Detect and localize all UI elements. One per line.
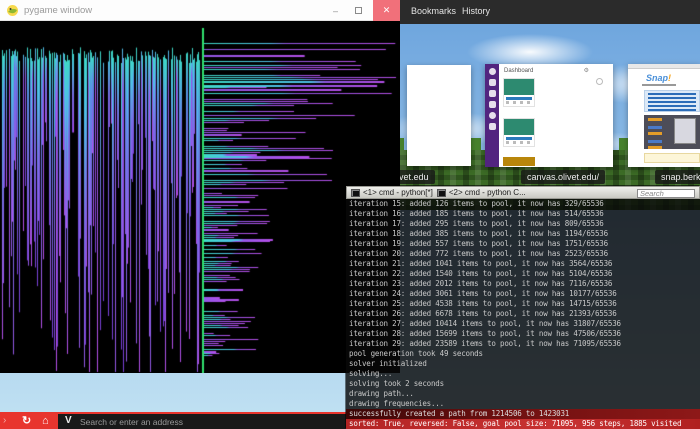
snap-ide-screenshot — [644, 115, 700, 149]
console-line: pool generation took 49 seconds — [346, 349, 700, 359]
maximize-button[interactable] — [350, 0, 367, 21]
console-line: iteration 27: added 10414 items to pool,… — [346, 319, 700, 329]
speed-dial-snap[interactable]: Snap! — [628, 64, 700, 167]
canvas-sidebar — [485, 64, 499, 167]
canvas-course-card-gold — [503, 157, 535, 166]
snap-note-box — [644, 153, 700, 163]
canvas-course-card — [503, 78, 535, 107]
refresh-circle-icon — [596, 78, 603, 85]
canvas-dashboard-title: Dashboard — [504, 68, 533, 74]
close-button[interactable]: ✕ — [373, 0, 400, 21]
console-line: iteration 23: added 2012 items to pool, … — [346, 279, 700, 289]
console-line: iteration 20: added 772 items to pool, i… — [346, 249, 700, 259]
forward-chevron-icon[interactable]: › — [3, 415, 6, 426]
vivaldi-logo: V — [65, 415, 72, 426]
speed-dial-label-snap: snap.berkele — [655, 170, 700, 184]
pygame-icon — [6, 4, 19, 17]
pygame-window: pygame window – ✕ — [0, 0, 400, 373]
console-line: successfully created a path from 1214506… — [346, 409, 700, 419]
pygame-titlebar[interactable]: pygame window – ✕ — [0, 0, 400, 21]
pygame-window-title: pygame window — [24, 5, 92, 16]
speed-dial-label-canvas: canvas.olivet.edu/ — [521, 170, 605, 184]
console-line: iteration 15: added 126 items to pool, i… — [346, 199, 700, 209]
console-line: drawing frequencies... — [346, 399, 700, 409]
snap-top-nav — [628, 64, 700, 69]
console-line: iteration 29: added 23589 items to pool,… — [346, 339, 700, 349]
console-tab-2[interactable]: <2> cmd - python C... — [437, 188, 526, 197]
snap-links-box — [644, 90, 700, 112]
cmd-icon — [351, 189, 360, 197]
console-line: iteration 16: added 185 items to pool, i… — [346, 209, 700, 219]
gear-icon: ⚙ — [584, 67, 589, 74]
console-line: solving... — [346, 369, 700, 379]
console-line: iteration 17: added 295 items to pool, i… — [346, 219, 700, 229]
console-line: sorted: True, reversed: False, goal pool… — [346, 419, 700, 429]
console-line: iteration 19: added 557 items to pool, i… — [346, 239, 700, 249]
pygame-visualization-canvas — [0, 21, 400, 373]
minimize-button[interactable]: – — [327, 0, 344, 21]
console-tab-1[interactable]: <1> cmd - python[*] — [351, 188, 433, 197]
canvas-course-card — [503, 118, 535, 147]
console-line: iteration 22: added 1540 items to pool, … — [346, 269, 700, 279]
cmd-icon — [437, 189, 446, 197]
address-bar-input[interactable] — [78, 414, 328, 429]
console-line: drawing path... — [346, 389, 700, 399]
console-titlebar[interactable]: <1> cmd - python[*] <2> cmd - python C..… — [346, 186, 700, 199]
console-line: iteration 21: added 1041 items to pool, … — [346, 259, 700, 269]
speed-dial-canvas[interactable]: Dashboard ⚙ — [485, 64, 613, 167]
console-line: iteration 28: added 15699 items to pool,… — [346, 329, 700, 339]
home-icon[interactable]: ⌂ — [42, 415, 49, 427]
console-line: iteration 25: added 4538 items to pool, … — [346, 299, 700, 309]
console-line: iteration 26: added 6678 items to pool, … — [346, 309, 700, 319]
reload-icon[interactable]: ↻ — [22, 414, 31, 427]
console-line: solver initialized — [346, 359, 700, 369]
console-line: iteration 18: added 385 items to pool, i… — [346, 229, 700, 239]
console-output[interactable]: iteration 15: added 126 items to pool, i… — [346, 199, 700, 429]
console-line: solving took 2 seconds — [346, 379, 700, 389]
speed-dial-olivet[interactable] — [407, 65, 471, 166]
history-menu-item[interactable]: History — [462, 6, 490, 16]
console-search-input[interactable] — [637, 189, 695, 198]
snap-logo: Snap! — [646, 73, 671, 83]
console-line: iteration 24: added 3061 items to pool, … — [346, 289, 700, 299]
bookmarks-menu-item[interactable]: Bookmarks — [411, 6, 456, 16]
snap-tagline — [642, 84, 676, 86]
console-window: <1> cmd - python[*] <2> cmd - python C..… — [346, 186, 700, 429]
desktop: Bookmarks History Dashboard ⚙ Snap! — [0, 0, 700, 429]
